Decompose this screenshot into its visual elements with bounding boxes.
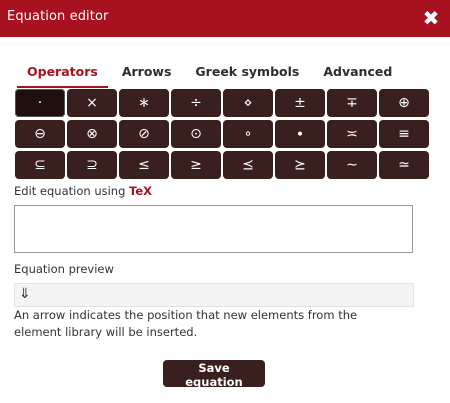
- close-icon[interactable]: ✖: [421, 8, 441, 28]
- symbol-button-leq[interactable]: ≤: [119, 151, 169, 179]
- symbol-button-ast[interactable]: ∗: [119, 89, 169, 117]
- tab-arrows[interactable]: Arrows: [110, 58, 184, 88]
- symbol-button-subseteq[interactable]: ⊆: [15, 151, 65, 179]
- symbol-button-geq[interactable]: ≥: [171, 151, 221, 179]
- symbol-button-cdot[interactable]: ·: [15, 89, 65, 117]
- symbol-button-odot[interactable]: ⊙: [171, 120, 221, 148]
- tab-operators[interactable]: Operators: [15, 58, 110, 88]
- symbol-button-supseteq[interactable]: ⊇: [67, 151, 117, 179]
- symbol-button-sim[interactable]: ∼: [327, 151, 377, 179]
- symbol-button-ominus[interactable]: ⊖: [15, 120, 65, 148]
- tab-greek-symbols[interactable]: Greek symbols: [183, 58, 311, 88]
- save-equation-button[interactable]: Save equation: [163, 360, 265, 389]
- tab-bar: Operators Arrows Greek symbols Advanced: [15, 58, 404, 88]
- symbol-button-div[interactable]: ÷: [171, 89, 221, 117]
- symbol-button-oplus[interactable]: ⊕: [379, 89, 429, 117]
- symbol-button-preceq[interactable]: ⪯: [223, 151, 273, 179]
- symbol-button-circ[interactable]: ∘: [223, 120, 273, 148]
- dialog-title: Equation editor: [7, 9, 109, 24]
- symbol-button-equiv[interactable]: ≡: [379, 120, 429, 148]
- preview-label: Equation preview: [14, 262, 114, 276]
- symbol-button-diamond[interactable]: ⋄: [223, 89, 273, 117]
- symbol-button-times[interactable]: ×: [67, 89, 117, 117]
- symbol-button-mp[interactable]: ∓: [327, 89, 377, 117]
- title-bar: Equation editor ✖: [0, 0, 450, 37]
- symbol-button-simeq[interactable]: ≃: [379, 151, 429, 179]
- symbol-button-pm[interactable]: ±: [275, 89, 325, 117]
- symbol-button-bullet[interactable]: ∙: [275, 120, 325, 148]
- symbol-button-asymp[interactable]: ≍: [327, 120, 377, 148]
- tab-advanced[interactable]: Advanced: [311, 58, 404, 88]
- symbol-button-otimes[interactable]: ⊗: [67, 120, 117, 148]
- symbol-button-succeq[interactable]: ⪰: [275, 151, 325, 179]
- symbol-grid: · × ∗ ÷ ⋄ ± ∓ ⊕ ⊖ ⊗ ⊘ ⊙ ∘ ∙ ≍ ≡ ⊆ ⊇ ≤ ≥ ⪯ ⪰ ∼ ≃: [15, 89, 431, 179]
- insertion-note: An arrow indicates the position that new…: [14, 308, 358, 339]
- insert-arrow-icon: ⇓: [19, 286, 31, 302]
- equation-preview: ⇓: [14, 283, 414, 307]
- editor-label-text: Edit equation using: [14, 184, 126, 198]
- symbol-button-oslash[interactable]: ⊘: [119, 120, 169, 148]
- editor-label: Edit equation using TeX: [14, 184, 152, 198]
- tex-label: TeX: [129, 184, 153, 198]
- tex-input[interactable]: [14, 205, 413, 253]
